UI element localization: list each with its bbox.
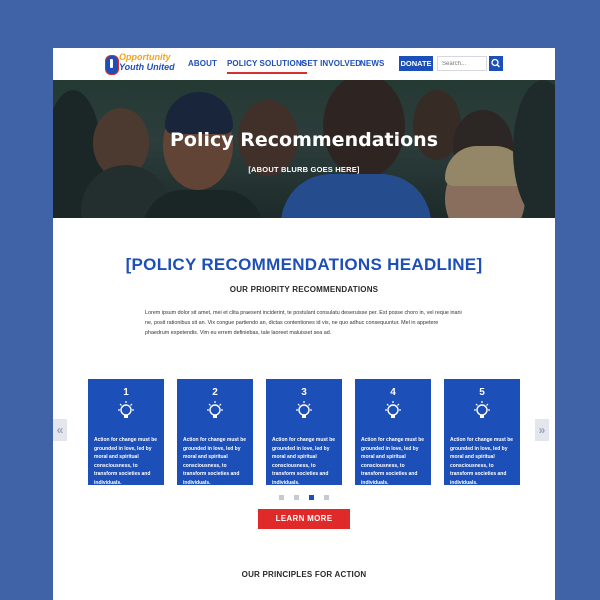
recommendation-card-5[interactable]: 5 Action for change must be grounded in … <box>444 379 520 486</box>
hero-title: Policy Recommendations <box>169 129 438 151</box>
search-button[interactable] <box>489 56 503 71</box>
nav-about[interactable]: ABOUT <box>188 59 217 68</box>
hero-subtitle: [ABOUT BLURB GOES HERE] <box>248 165 360 174</box>
section-headline: [POLICY RECOMMENDATIONS HEADLINE] <box>125 255 483 274</box>
chevron-right-icon: » <box>538 423 546 437</box>
web-page: Opportunity Youth United ABOUT POLICY SO… <box>53 48 555 600</box>
learn-more-button[interactable]: LEARN MORE <box>258 509 350 529</box>
carousel-dot-4[interactable] <box>324 495 329 500</box>
lightbulb-icon <box>296 401 312 418</box>
search-icon <box>491 58 500 68</box>
card-number: 2 <box>212 387 218 398</box>
carousel-dots <box>276 495 336 501</box>
lightbulb-icon <box>385 401 401 418</box>
recommendation-card-4[interactable]: 4 Action for change must be grounded in … <box>355 379 431 486</box>
lightbulb-icon <box>207 401 223 418</box>
carousel-next-button[interactable]: » <box>535 419 549 441</box>
card-text: Action for change must be grounded in lo… <box>183 437 247 486</box>
card-text: Action for change must be grounded in lo… <box>361 437 425 486</box>
nav-news[interactable]: NEWS <box>360 59 384 68</box>
carousel-dot-3[interactable] <box>309 495 314 500</box>
hero-banner: Policy Recommendations [ABOUT BLURB GOES… <box>53 80 555 218</box>
lightbulb-icon <box>118 401 134 418</box>
site-logo[interactable]: Opportunity Youth United <box>105 52 175 76</box>
card-text: Action for change must be grounded in lo… <box>272 437 336 486</box>
search-input[interactable] <box>437 56 487 71</box>
card-text: Action for change must be grounded in lo… <box>94 437 158 486</box>
nav-policy-solutions[interactable]: POLICY SOLUTIONS <box>227 59 308 74</box>
card-text: Action for change must be grounded in lo… <box>450 437 514 486</box>
card-number: 1 <box>123 387 129 398</box>
recommendation-card-2[interactable]: 2 Action for change must be grounded in … <box>177 379 253 486</box>
donate-button[interactable]: DONATE <box>399 56 433 71</box>
site-header: Opportunity Youth United ABOUT POLICY SO… <box>53 48 555 80</box>
carousel-dot-1[interactable] <box>279 495 284 500</box>
card-number: 5 <box>479 387 485 398</box>
section-subheading: OUR PRIORITY RECOMMENDATIONS <box>229 285 379 294</box>
carousel-dot-2[interactable] <box>294 495 299 500</box>
recommendation-card-1[interactable]: 1 Action for change must be grounded in … <box>88 379 164 486</box>
logo-line-1: Opportunity <box>119 52 171 62</box>
carousel-prev-button[interactable]: « <box>53 419 67 441</box>
card-number: 4 <box>390 387 396 398</box>
chevron-left-icon: « <box>56 423 64 437</box>
logo-line-2: Youth United <box>119 62 175 72</box>
principles-heading: OUR PRINCIPLES FOR ACTION <box>241 570 367 579</box>
logo-text: Opportunity Youth United <box>119 52 179 72</box>
recommendation-card-3[interactable]: 3 Action for change must be grounded in … <box>266 379 342 486</box>
nav-get-involved[interactable]: GET INVOLVED <box>301 59 361 68</box>
logo-mark-icon <box>105 55 119 75</box>
card-number: 3 <box>301 387 307 398</box>
lightbulb-icon <box>474 401 490 418</box>
intro-paragraph: Lorem ipsum dolor sit amet, mei et clita… <box>145 310 462 336</box>
